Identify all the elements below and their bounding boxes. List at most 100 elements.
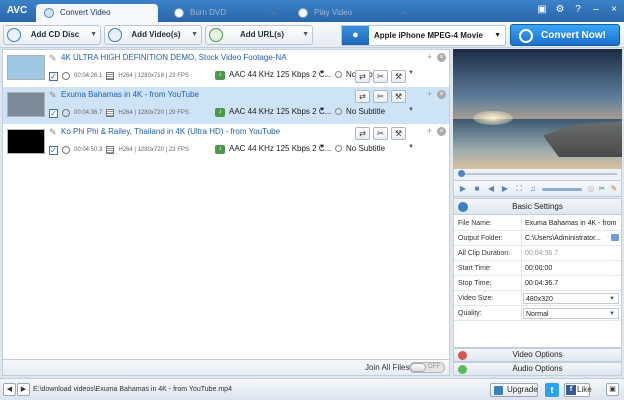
file-name[interactable]: Ko Phi Phi & Railey, Thailand in 4K (Ult… [61, 127, 280, 136]
tab-label: Burn DVD [190, 8, 227, 17]
close-icon[interactable]: × [401, 4, 406, 22]
chevron-down-icon[interactable]: ▼ [408, 70, 414, 76]
wrench-icon[interactable]: ⚒ [391, 90, 406, 103]
tab-convert-video[interactable]: Convert Video [36, 4, 158, 22]
prev-frame-icon[interactable]: ◀ [486, 184, 496, 194]
skin-icon[interactable]: ▣ [536, 4, 548, 16]
folder-icon[interactable] [611, 234, 619, 241]
chevron-down-icon[interactable]: ▼ [609, 294, 615, 303]
chevron-down-icon[interactable]: ▼ [494, 26, 501, 45]
audio-track-select[interactable]: AAC 44 KHz 125 Kbps 2 C... [229, 107, 331, 116]
stop-time-field[interactable]: 00:04:36.7 [523, 278, 619, 289]
gear-icon[interactable]: ⚙ [554, 4, 566, 16]
audio-icon: ♪ [215, 145, 225, 154]
remove-icon[interactable]: × [437, 53, 446, 62]
pencil-icon[interactable]: ✎ [49, 54, 58, 63]
audio-track-select[interactable]: AAC 44 KHz 125 Kbps 2 C... [229, 144, 331, 153]
video-thumbnail[interactable] [7, 55, 45, 80]
minimize-icon[interactable]: – [590, 4, 602, 16]
basic-settings-header[interactable]: Basic Settings [454, 199, 621, 215]
file-checkbox[interactable]: ✓ [49, 71, 58, 81]
facebook-like-button[interactable]: f Like [564, 383, 592, 397]
file-row[interactable]: ✎ 4K ULTRA HIGH DEFINITION DEMO, Stock V… [3, 50, 449, 87]
prev-icon[interactable]: ◀ [3, 383, 16, 396]
video-options-header[interactable]: Video Options [453, 348, 622, 362]
twitter-icon[interactable]: t [545, 383, 559, 397]
subtitle-select[interactable]: No Subtitle [346, 144, 385, 153]
fullscreen-icon[interactable]: ⛶ [514, 184, 524, 194]
upgrade-button[interactable]: Upgrade [490, 383, 538, 397]
effects-icon[interactable]: ⇄ [355, 70, 370, 83]
file-info: ✓ 00:04:50.3 H264 | 1280x720 | 23 FPS [49, 144, 189, 156]
audio-options-icon [458, 365, 467, 374]
video-thumbnail[interactable] [7, 129, 45, 154]
file-name-field[interactable]: Exuma Bahamas in 4K - from Y... [523, 218, 619, 229]
close-icon[interactable]: × [608, 4, 620, 16]
clip-icon[interactable]: ✎ [609, 184, 619, 194]
close-icon[interactable]: × [271, 4, 276, 22]
chevron-down-icon[interactable]: ▼ [319, 107, 325, 113]
quality-select[interactable]: Normal ▼ [523, 308, 619, 319]
seek-track[interactable] [460, 173, 617, 175]
cut-icon[interactable]: ✂ [373, 90, 388, 103]
play-icon[interactable]: ▶ [458, 184, 468, 194]
pencil-icon[interactable]: ✎ [49, 128, 58, 137]
chevron-down-icon[interactable]: ▼ [319, 70, 325, 76]
video-thumbnail[interactable] [7, 92, 45, 117]
video-preview[interactable] [453, 49, 622, 169]
tab-play-video[interactable]: Play Video × [290, 4, 412, 22]
file-name[interactable]: 4K ULTRA HIGH DEFINITION DEMO, Stock Vid… [61, 53, 287, 62]
pencil-icon[interactable]: ✎ [49, 91, 58, 100]
plus-icon[interactable]: + [427, 89, 432, 99]
plus-icon[interactable]: + [427, 52, 432, 62]
chevron-down-icon[interactable]: ▼ [191, 26, 198, 44]
audio-options-header[interactable]: Audio Options [453, 362, 622, 376]
seek-bar[interactable] [453, 169, 622, 180]
snapshot-icon[interactable]: ◎ [586, 184, 596, 194]
volume-icon[interactable]: ♫ [528, 184, 538, 194]
collapse-icon[interactable]: ▣ [606, 383, 619, 396]
video-size-select[interactable]: 480x320 ▼ [523, 293, 619, 304]
remove-icon[interactable]: × [437, 127, 446, 136]
cut-icon[interactable]: ✂ [373, 127, 388, 140]
toggle-knob[interactable] [410, 363, 426, 372]
file-row[interactable]: ✎ Exuma Bahamas in 4K - from YouTube ✓ 0… [3, 87, 449, 124]
chevron-down-icon[interactable]: ▼ [90, 26, 97, 44]
help-icon[interactable]: ? [572, 4, 584, 16]
file-row[interactable]: ✎ Ko Phi Phi & Railey, Thailand in 4K (U… [3, 124, 449, 161]
tab-burn-dvd[interactable]: Burn DVD × [166, 4, 282, 22]
chevron-down-icon[interactable]: ▼ [408, 144, 414, 150]
file-checkbox[interactable]: ✓ [49, 108, 58, 118]
output-profile-select[interactable]: ● Apple iPhone MPEG-4 Movie (*.mp4) ▼ [341, 25, 506, 59]
chevron-down-icon[interactable]: ▼ [319, 144, 325, 150]
wrench-icon[interactable]: ⚒ [391, 70, 406, 83]
start-time-field[interactable]: 00:00:00 [523, 263, 619, 274]
chevron-down-icon[interactable]: ▼ [609, 309, 615, 318]
file-name[interactable]: Exuma Bahamas in 4K - from YouTube [61, 90, 199, 99]
chevron-down-icon[interactable]: ▼ [302, 26, 309, 44]
join-toggle[interactable]: OFF [409, 362, 445, 373]
next-icon[interactable]: ▶ [17, 383, 30, 396]
cut-icon[interactable]: ✂ [373, 70, 388, 83]
add-video-button[interactable]: Add Video(s) ▼ [104, 25, 202, 45]
add-cd-disc-button[interactable]: Add CD Disc ▼ [3, 25, 101, 45]
add-url-button[interactable]: Add URL(s) ▼ [205, 25, 313, 45]
convert-now-button[interactable]: Convert Now! [510, 24, 620, 46]
subtitle-select[interactable]: No Subtitle [346, 107, 385, 116]
stop-icon[interactable]: ■ [472, 184, 482, 194]
setting-label: All Clip Duration: [458, 250, 511, 257]
seek-handle[interactable] [458, 170, 465, 177]
cut-icon[interactable]: ✂ [597, 184, 607, 194]
setting-duration: All Clip Duration: 00:04:36.7 [454, 246, 621, 261]
wrench-icon[interactable]: ⚒ [391, 127, 406, 140]
next-frame-icon[interactable]: ▶ [500, 184, 510, 194]
remove-icon[interactable]: × [437, 90, 446, 99]
effects-icon[interactable]: ⇄ [355, 127, 370, 140]
plus-icon[interactable]: + [427, 126, 432, 136]
chevron-down-icon[interactable]: ▼ [408, 107, 414, 113]
volume-slider[interactable] [542, 188, 582, 191]
file-checkbox[interactable]: ✓ [49, 145, 58, 155]
audio-track-select[interactable]: AAC 44 KHz 125 Kbps 2 C... [229, 70, 331, 79]
effects-icon[interactable]: ⇄ [355, 90, 370, 103]
output-folder-field[interactable]: C:\Users\Administrator... [523, 233, 609, 244]
